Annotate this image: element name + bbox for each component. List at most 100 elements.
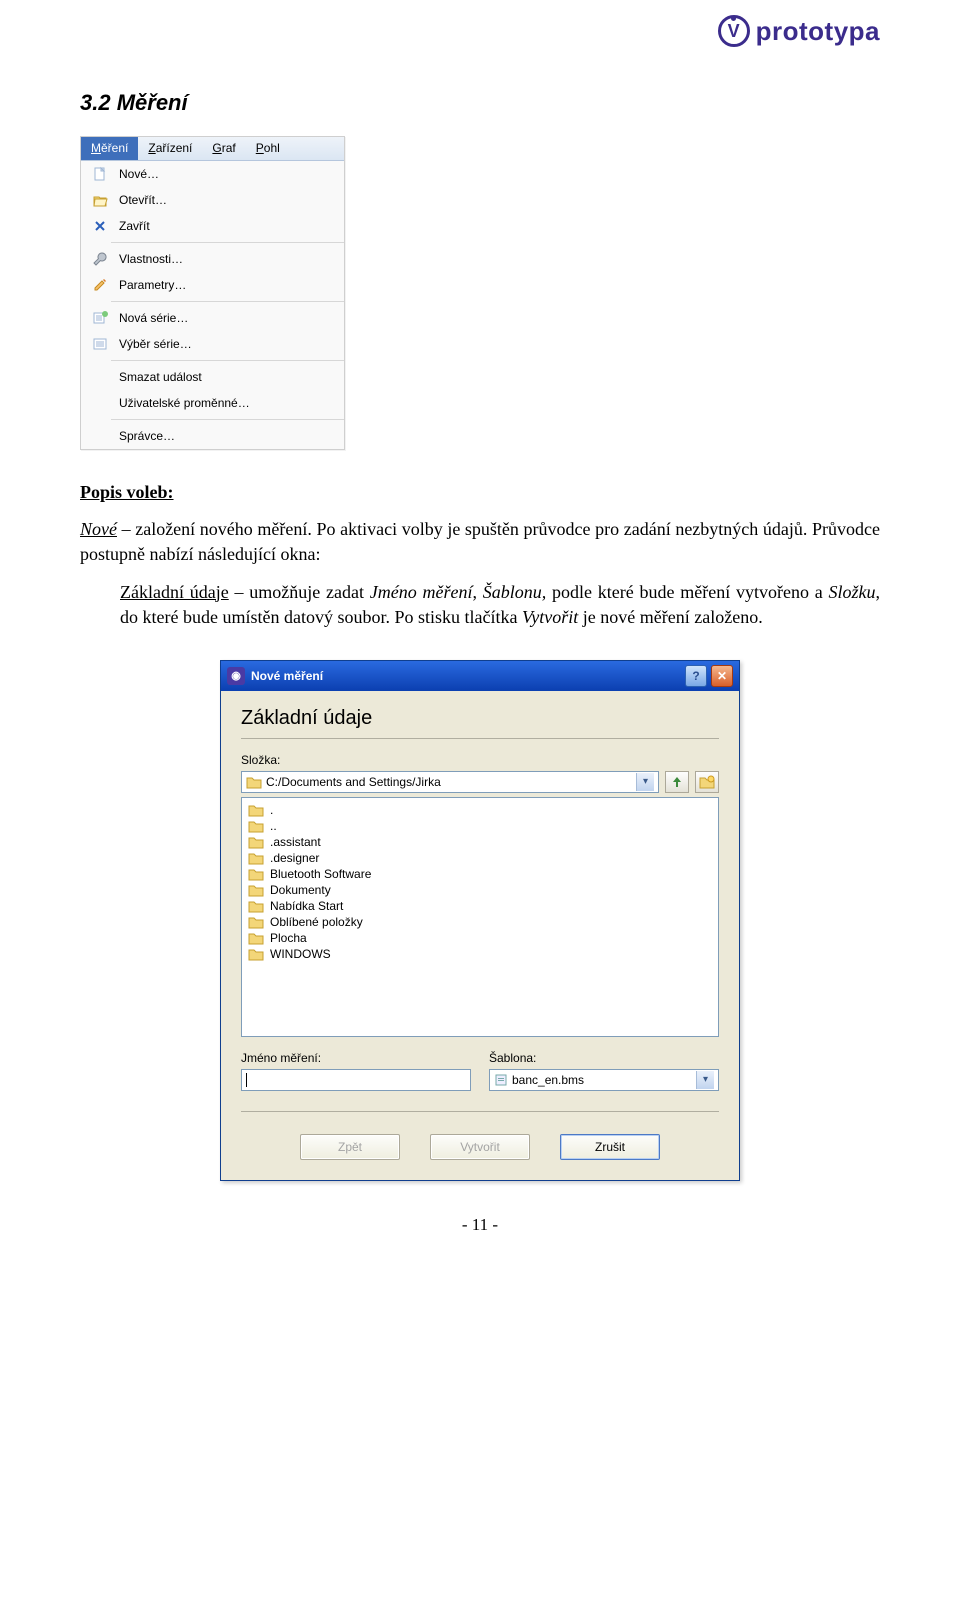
para1-rest: – založení nového měření. Po aktivaci vo… <box>80 519 880 564</box>
new-folder-button[interactable] <box>695 771 719 793</box>
dialog-nove-mereni: ◉ Nové měření ? ✕ Základní údaje Složka:… <box>220 660 740 1181</box>
menu-item-label: Nové… <box>119 167 159 181</box>
popis-voleb-heading: Popis voleb: <box>80 480 880 505</box>
menu-item-label: Parametry… <box>119 278 186 292</box>
menu-item[interactable]: Uživatelské proměnné… <box>81 390 344 416</box>
folder-icon <box>248 899 264 913</box>
close-x-icon <box>89 217 111 235</box>
term-zakladni-udaje: Základní údaje <box>120 582 229 602</box>
menu-screenshot: Měření Zařízení Graf Pohl Nové… Otevřít… Z… <box>80 136 345 450</box>
section-heading: 3.2 Měření <box>80 90 880 116</box>
folder-label: Složka: <box>241 753 719 767</box>
list-icon <box>89 335 111 353</box>
menu-separator <box>111 419 344 420</box>
menu-item-label: Nová série… <box>119 311 188 325</box>
list-item[interactable]: Dokumenty <box>248 882 712 898</box>
dialog-help-button[interactable]: ? <box>685 665 707 687</box>
dialog-title-text: Nové měření <box>251 669 681 683</box>
dialog-section-heading: Základní údaje <box>241 707 719 730</box>
folder-path-value: C:/Documents and Settings/Jirka <box>266 775 441 789</box>
menubar-item-mereni[interactable]: Měření <box>81 137 138 160</box>
menu-item-label: Uživatelské proměnné… <box>119 396 250 410</box>
menubar: Měření Zařízení Graf Pohl <box>81 137 344 161</box>
list-item-label: .. <box>270 819 277 833</box>
menu-item[interactable]: Otevřít… <box>81 187 344 213</box>
template-value: banc_en.bms <box>512 1073 584 1087</box>
new-folder-icon <box>699 775 715 789</box>
list-item[interactable]: Nabídka Start <box>248 898 712 914</box>
menu-item[interactable]: Parametry… <box>81 272 344 298</box>
template-combo[interactable]: banc_en.bms ▾ <box>489 1069 719 1091</box>
list-item[interactable]: Plocha <box>248 930 712 946</box>
menu-item[interactable]: Výběr série… <box>81 331 344 357</box>
folder-icon <box>248 803 264 817</box>
folder-up-button[interactable] <box>665 771 689 793</box>
template-file-icon <box>494 1073 508 1087</box>
create-button[interactable]: Vytvořit <box>430 1134 530 1160</box>
blank-icon <box>89 368 111 386</box>
list-item[interactable]: WINDOWS <box>248 946 712 962</box>
list-item[interactable]: . <box>248 802 712 818</box>
list-item-label: .designer <box>270 851 319 865</box>
menu-item[interactable]: Vlastnosti… <box>81 246 344 272</box>
blank-icon <box>89 394 111 412</box>
dialog-titlebar: ◉ Nové měření ? ✕ <box>221 661 739 691</box>
menubar-item-zarizeni[interactable]: Zařízení <box>138 137 202 160</box>
dialog-close-button[interactable]: ✕ <box>711 665 733 687</box>
chevron-down-icon: ▾ <box>696 1071 714 1089</box>
menu-item-label: Smazat událost <box>119 370 202 384</box>
folder-icon <box>248 851 264 865</box>
open-folder-icon <box>89 191 111 209</box>
folder-icon <box>248 835 264 849</box>
list-item[interactable]: .assistant <box>248 834 712 850</box>
folder-icon <box>248 915 264 929</box>
list-item[interactable]: .designer <box>248 850 712 866</box>
brand-mark-icon: V <box>718 15 750 47</box>
list-item-label: Bluetooth Software <box>270 867 371 881</box>
menubar-item-graf[interactable]: Graf <box>202 137 245 160</box>
menu-item[interactable]: Nové… <box>81 161 344 187</box>
list-item-label: Plocha <box>270 931 307 945</box>
back-button[interactable]: Zpět <box>300 1134 400 1160</box>
chevron-down-icon: ▾ <box>636 773 654 791</box>
folder-icon <box>246 775 262 789</box>
menu-item[interactable]: Smazat událost <box>81 364 344 390</box>
menu-item[interactable]: Zavřít <box>81 213 344 239</box>
menu-item-label: Zavřít <box>119 219 150 233</box>
folder-path-combo[interactable]: C:/Documents and Settings/Jirka ▾ <box>241 771 659 793</box>
paragraph-zakladni-udaje: Základní údaje – umožňuje zadat Jméno mě… <box>120 580 880 630</box>
cancel-button[interactable]: Zrušit <box>560 1134 660 1160</box>
template-label: Šablona: <box>489 1051 719 1065</box>
folder-listbox[interactable]: ... .assistant .designer Bluetooth Software… <box>241 797 719 1037</box>
text-caret-icon <box>246 1073 247 1087</box>
folder-icon <box>248 931 264 945</box>
dialog-divider <box>241 738 719 739</box>
paragraph-nove: Nové – založení nového měření. Po aktiva… <box>80 517 880 567</box>
edit-icon <box>89 276 111 294</box>
name-input[interactable] <box>241 1069 471 1091</box>
list-item[interactable]: .. <box>248 818 712 834</box>
menu-separator <box>111 301 344 302</box>
menu-item[interactable]: Správce… <box>81 423 344 449</box>
list-item-label: Oblíbené položky <box>270 915 363 929</box>
list-item[interactable]: Oblíbené položky <box>248 914 712 930</box>
list-item[interactable]: Bluetooth Software <box>248 866 712 882</box>
em-sablonu: Šablonu, <box>483 582 547 602</box>
menu-item-label: Vlastnosti… <box>119 252 183 266</box>
list-item-label: WINDOWS <box>270 947 331 961</box>
menu-item-label: Výběr série… <box>119 337 192 351</box>
menu-item-label: Otevřít… <box>119 193 167 207</box>
brand-logo: V prototypa <box>718 15 880 47</box>
menu-separator <box>111 242 344 243</box>
menu-item-label: Správce… <box>119 429 175 443</box>
menu-separator <box>111 360 344 361</box>
list-item-label: .assistant <box>270 835 321 849</box>
wrench-icon <box>89 250 111 268</box>
page-number: - 11 - <box>80 1215 880 1235</box>
blank-icon <box>89 427 111 445</box>
term-nove: Nové <box>80 519 117 539</box>
brand-name: prototypa <box>756 16 880 47</box>
menubar-item-pohl[interactable]: Pohl <box>246 137 290 160</box>
menu-item[interactable]: Nová série… <box>81 305 344 331</box>
list-item-label: Nabídka Start <box>270 899 343 913</box>
